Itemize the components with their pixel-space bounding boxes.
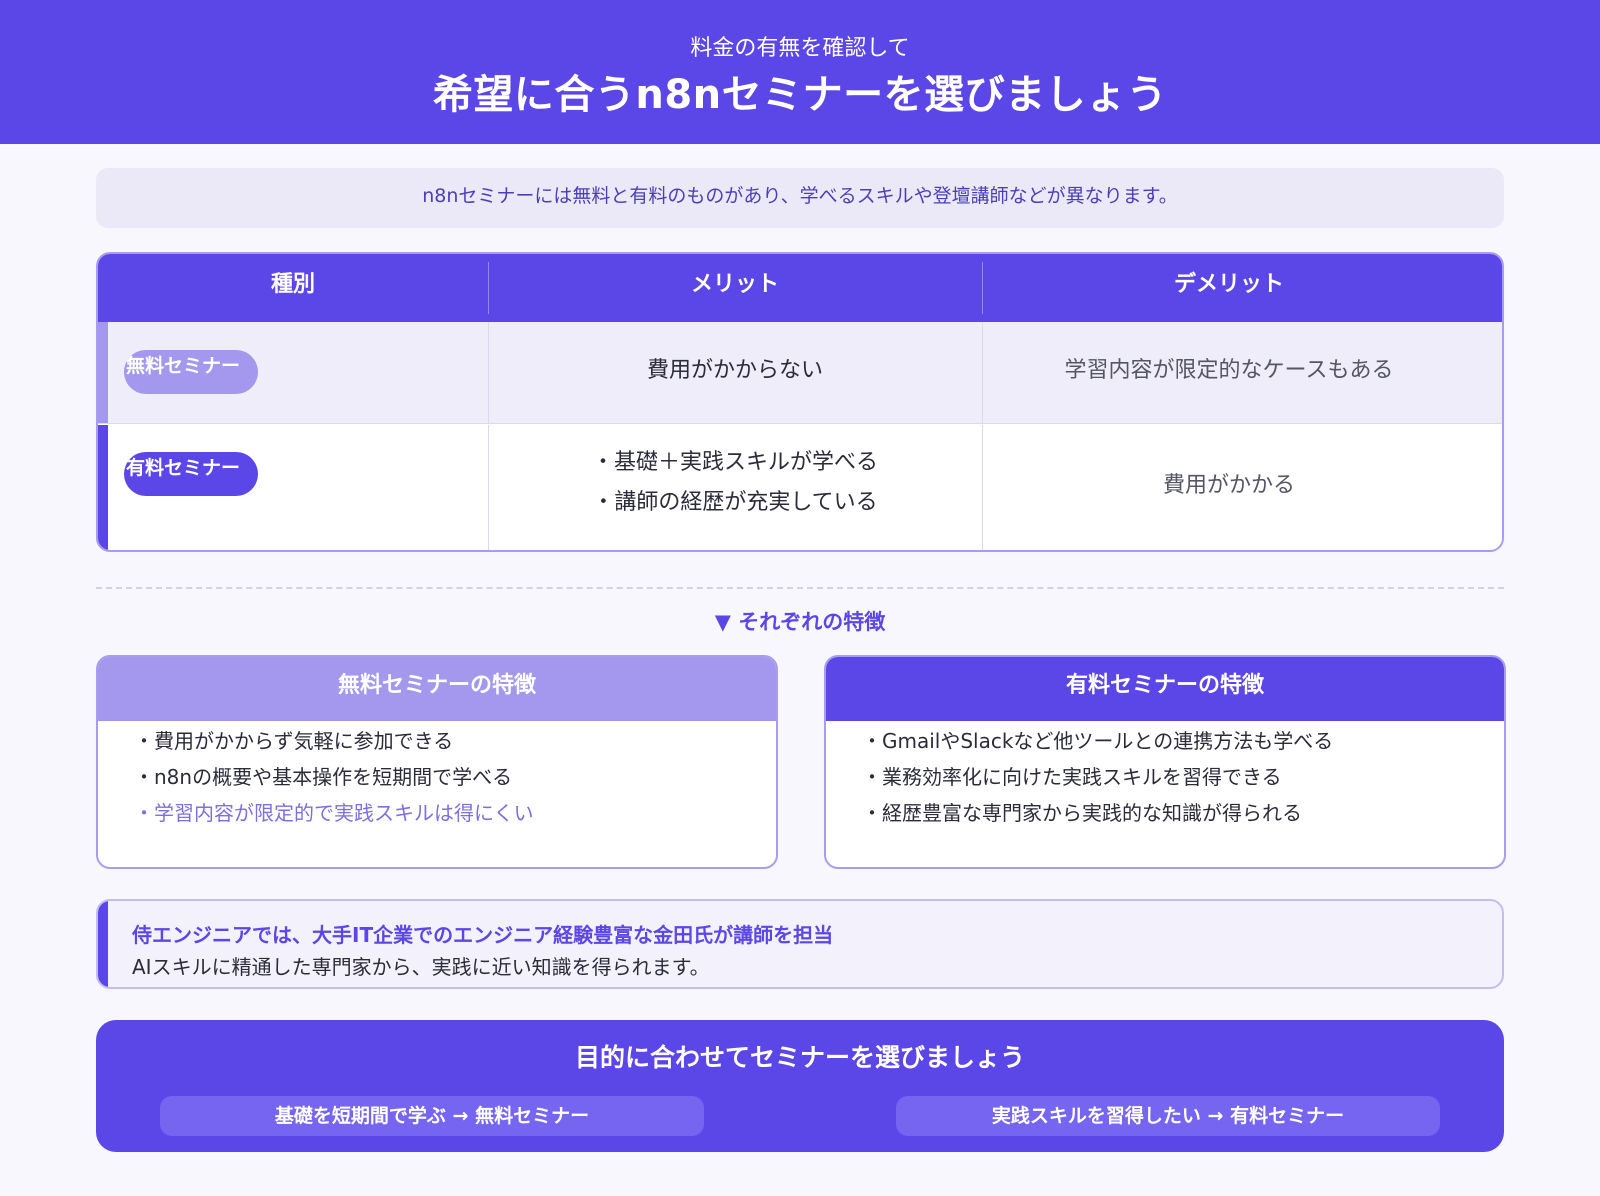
table-row-free: 無料セミナー 費用がかからない 学習内容が限定的なケースもある	[98, 322, 1502, 424]
free-features-card: 無料セミナーの特徴 ・費用がかからず気軽に参加できる ・n8nの概要や基本操作を…	[96, 655, 778, 869]
list-item: ・業務効率化に向けた実践スキルを習得できる	[862, 765, 1282, 789]
instructor-note: 侍エンジニアでは、大手IT企業でのエンジニア経験豊富な金田氏が講師を担当 AIス…	[96, 899, 1504, 989]
free-demerit: 学習内容が限定的なケースもある	[1064, 358, 1394, 383]
paid-feature-list: ・GmailやSlackなど他ツールとの連携方法も学べる ・業務効率化に向けた実…	[826, 721, 1504, 831]
paid-features-card: 有料セミナーの特徴 ・GmailやSlackなど他ツールとの連携方法も学べる ・…	[824, 655, 1506, 869]
list-item: ・n8nの概要や基本操作を短期間で学べる	[134, 765, 513, 789]
row-accent-bar	[98, 322, 108, 423]
paid-merit-item: ・講師の経歴が充実している	[592, 490, 878, 515]
free-card-title: 無料セミナーの特徴	[98, 657, 776, 721]
list-item: ・学習内容が限定的で実践スキルは得にくい	[134, 801, 534, 825]
paid-seminar-option: 実践スキルを習得したい → 有料セミナー	[896, 1096, 1440, 1136]
header-demerit: デメリット	[1173, 272, 1284, 297]
list-item: ・費用がかからず気軽に参加できる	[134, 729, 454, 753]
paid-seminar-badge: 有料セミナー	[124, 452, 258, 496]
free-merit: 費用がかからない	[646, 358, 823, 383]
cta-panel: 目的に合わせてセミナーを選びましょう 基礎を短期間で学ぶ → 無料セミナー 実践…	[96, 1020, 1504, 1152]
header-type: 種別	[270, 272, 315, 297]
free-seminar-badge: 無料セミナー	[124, 350, 258, 394]
list-item: ・経歴豊富な専門家から実践的な知識が得られる	[862, 801, 1302, 825]
paid-merit: ・基礎＋実践スキルが学べる ・講師の経歴が充実している	[488, 443, 982, 523]
free-feature-list: ・費用がかからず気軽に参加できる ・n8nの概要や基本操作を短期間で学べる ・学…	[98, 721, 776, 831]
section-divider	[96, 587, 1504, 589]
row-accent-bar	[98, 425, 108, 550]
table-header: 種別 メリット デメリット	[98, 254, 1502, 322]
free-seminar-option: 基礎を短期間で学ぶ → 無料セミナー	[160, 1096, 704, 1136]
page-subtitle: 料金の有無を確認して	[690, 36, 910, 61]
table-row-paid: 有料セミナー ・基礎＋実践スキルが学べる ・講師の経歴が充実している 費用がかか…	[98, 425, 1502, 550]
note-accent-bar	[98, 901, 108, 987]
page-header: 料金の有無を確認して 希望に合うn8nセミナーを選びましょう	[0, 0, 1600, 144]
note-headline: 侍エンジニアでは、大手IT企業でのエンジニア経験豊富な金田氏が講師を担当	[132, 923, 834, 947]
note-body: AIスキルに精通した専門家から、実践に近い知識を得られます。	[132, 955, 710, 979]
paid-card-title: 有料セミナーの特徴	[826, 657, 1504, 721]
intro-banner: n8nセミナーには無料と有料のものがあり、学べるスキルや登壇講師などが異なります…	[96, 168, 1504, 228]
section-label: ▼ それぞれの特徴	[714, 610, 886, 634]
page-title: 希望に合うn8nセミナーを選びましょう	[432, 72, 1168, 118]
paid-merit-item: ・基礎＋実践スキルが学べる	[591, 450, 878, 475]
paid-demerit: 費用がかかる	[1162, 473, 1295, 498]
cta-title: 目的に合わせてセミナーを選びましょう	[574, 1043, 1025, 1072]
list-item: ・GmailやSlackなど他ツールとの連携方法も学べる	[862, 729, 1334, 753]
comparison-table: 種別 メリット デメリット 無料セミナー 費用がかからない 学習内容が限定的なケ…	[96, 252, 1504, 552]
header-merit: メリット	[690, 272, 779, 297]
